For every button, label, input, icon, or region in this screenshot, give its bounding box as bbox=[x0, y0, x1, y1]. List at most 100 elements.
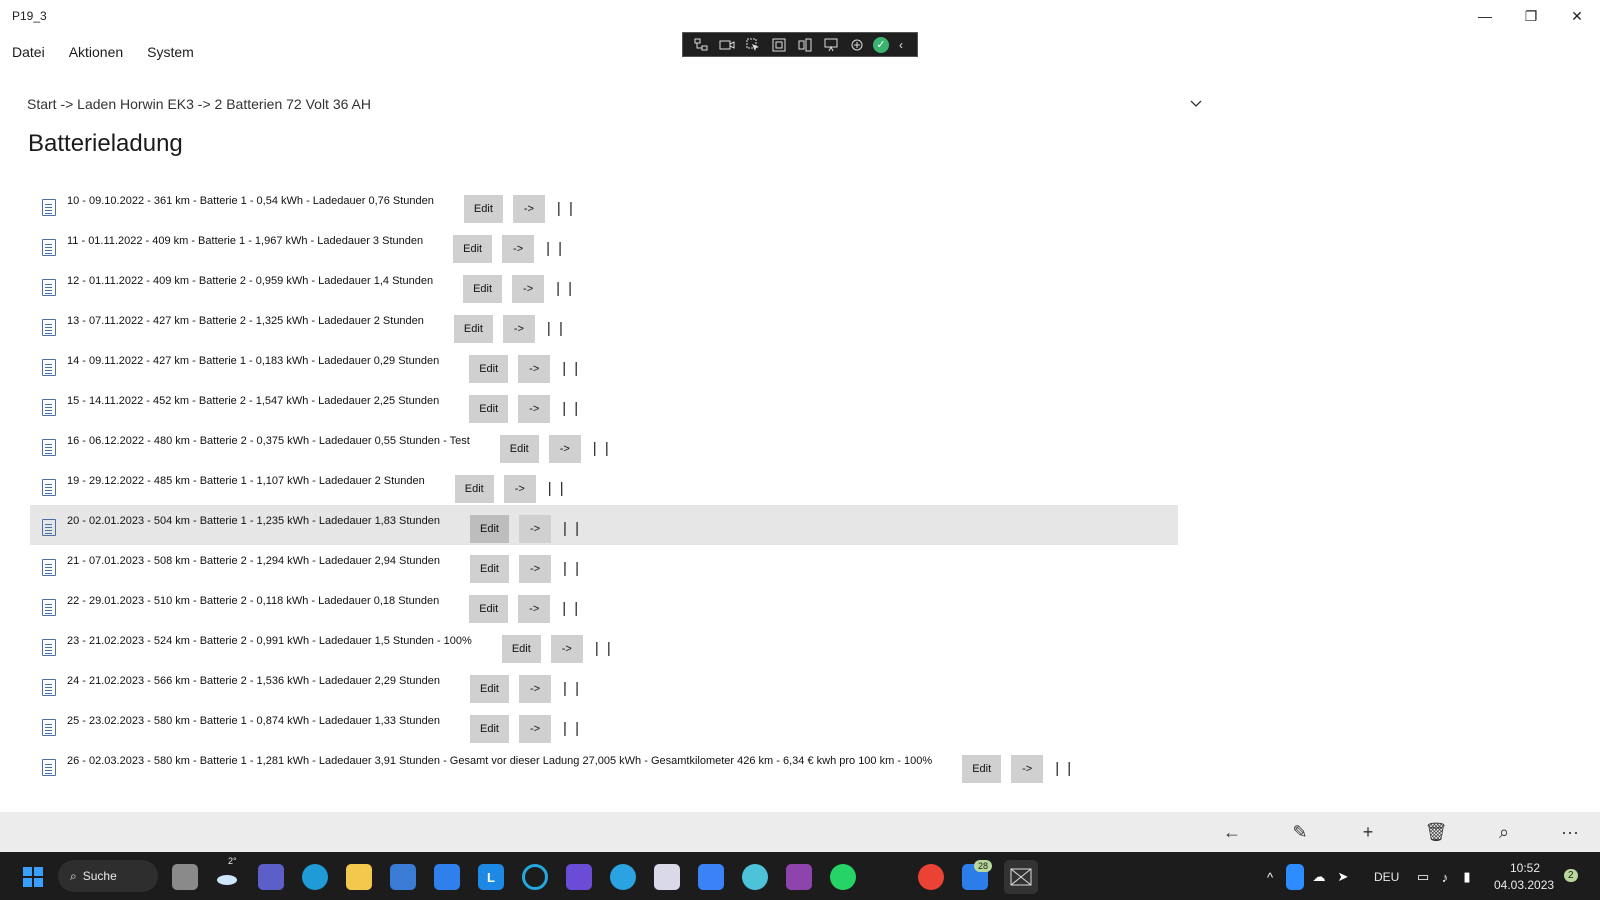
visual-studio-icon[interactable] bbox=[786, 864, 812, 890]
maps-globe-icon[interactable] bbox=[742, 864, 768, 890]
hot-reload-icon[interactable] bbox=[847, 36, 867, 54]
edit-button[interactable]: Edit bbox=[470, 715, 510, 743]
list-item[interactable]: 13 - 07.11.2022 - 427 km - Batterie 2 - … bbox=[30, 305, 1178, 345]
list-item[interactable]: 16 - 06.12.2022 - 480 km - Batterie 2 - … bbox=[30, 425, 1178, 465]
collapse-toolbar-icon[interactable]: ‹ bbox=[895, 36, 907, 54]
edit-button[interactable]: Edit bbox=[470, 675, 510, 703]
search-magnifier-icon[interactable]: ⌕ bbox=[1492, 820, 1516, 844]
list-item[interactable]: 25 - 23.02.2023 - 580 km - Batterie 1 - … bbox=[30, 705, 1178, 745]
edit-button[interactable]: Edit bbox=[469, 395, 509, 423]
notification-badge[interactable]: 2 bbox=[1564, 869, 1578, 882]
more-options-icon[interactable]: ··· bbox=[1558, 820, 1582, 844]
edit-button[interactable]: Edit bbox=[469, 355, 509, 383]
chrome-icon[interactable] bbox=[918, 864, 944, 890]
edit-button[interactable]: Edit bbox=[453, 315, 493, 343]
list-item[interactable]: 21 - 07.01.2023 - 508 km - Batterie 2 - … bbox=[30, 545, 1178, 585]
edit-button[interactable]: Edit bbox=[453, 235, 493, 263]
active-app-icon[interactable] bbox=[1004, 860, 1038, 894]
list-item[interactable]: 12 - 01.11.2022 - 409 km - Batterie 2 - … bbox=[30, 265, 1178, 305]
start-windows-icon[interactable] bbox=[20, 864, 46, 890]
edit-button[interactable]: Edit bbox=[470, 555, 510, 583]
teams-icon[interactable] bbox=[258, 864, 284, 890]
edit-button[interactable]: Edit bbox=[962, 755, 1002, 783]
add-plus-icon[interactable]: + bbox=[1356, 820, 1380, 844]
list-item[interactable]: 22 - 29.01.2023 - 510 km - Batterie 2 - … bbox=[30, 585, 1178, 625]
battery-icon[interactable]: ▮ bbox=[1458, 864, 1476, 890]
edit-pencil-icon[interactable]: ✎ bbox=[1288, 820, 1312, 844]
open-button[interactable]: -> bbox=[1011, 755, 1044, 783]
live-tree-icon[interactable] bbox=[691, 36, 711, 54]
open-button[interactable]: -> bbox=[512, 195, 545, 223]
paint-icon[interactable] bbox=[654, 864, 680, 890]
open-button[interactable]: -> bbox=[502, 235, 535, 263]
edge-browser-icon[interactable] bbox=[302, 864, 328, 890]
open-button[interactable]: -> bbox=[512, 275, 545, 303]
edit-button[interactable]: Edit bbox=[470, 515, 510, 543]
track-focus-icon[interactable] bbox=[795, 36, 815, 54]
edit-button[interactable]: Edit bbox=[501, 635, 541, 663]
open-button[interactable]: -> bbox=[518, 395, 551, 423]
media-player-icon[interactable] bbox=[566, 864, 592, 890]
open-button[interactable]: -> bbox=[548, 435, 581, 463]
delete-trash-icon[interactable]: 🗑 bbox=[1424, 820, 1448, 844]
edit-button[interactable]: Edit bbox=[469, 595, 509, 623]
language-indicator[interactable]: DEU bbox=[1374, 870, 1399, 884]
edit-button[interactable]: Edit bbox=[499, 435, 539, 463]
open-button[interactable]: -> bbox=[519, 555, 552, 583]
open-button[interactable]: -> bbox=[518, 355, 551, 383]
edit-button[interactable]: Edit bbox=[463, 195, 503, 223]
list-item[interactable]: 23 - 21.02.2023 - 524 km - Batterie 2 - … bbox=[30, 625, 1178, 665]
clock-date[interactable]: 04.03.2023 bbox=[1494, 878, 1554, 892]
open-button[interactable]: -> bbox=[518, 595, 551, 623]
chevron-down-icon[interactable] bbox=[1190, 95, 1202, 111]
open-button[interactable]: -> bbox=[503, 475, 536, 503]
restore-button[interactable]: ❐ bbox=[1508, 0, 1554, 32]
menu-datei[interactable]: Datei bbox=[0, 40, 57, 66]
open-button[interactable]: -> bbox=[519, 715, 552, 743]
separator-bars: | | bbox=[563, 679, 581, 697]
list-item[interactable]: 10 - 09.10.2022 - 361 km - Batterie 1 - … bbox=[30, 185, 1178, 225]
l-app-icon[interactable]: L bbox=[478, 864, 504, 890]
notepad-icon[interactable] bbox=[698, 864, 724, 890]
edit-button[interactable]: Edit bbox=[454, 475, 494, 503]
list-item[interactable]: 14 - 09.11.2022 - 427 km - Batterie 1 - … bbox=[30, 345, 1178, 385]
document-icon bbox=[42, 238, 56, 256]
weather-icon[interactable] bbox=[214, 864, 240, 890]
network-icon[interactable]: ▭ bbox=[1414, 864, 1432, 890]
close-button[interactable]: ✕ bbox=[1554, 0, 1600, 32]
list-item[interactable]: 19 - 29.12.2022 - 485 km - Batterie 1 - … bbox=[30, 465, 1178, 505]
edit-button[interactable]: Edit bbox=[463, 275, 503, 303]
list-item[interactable]: 15 - 14.11.2022 - 452 km - Batterie 2 - … bbox=[30, 385, 1178, 425]
whatsapp-icon[interactable] bbox=[830, 864, 856, 890]
select-element-icon[interactable] bbox=[743, 36, 763, 54]
open-button[interactable]: -> bbox=[519, 515, 552, 543]
mail-icon[interactable] bbox=[434, 864, 460, 890]
list-item[interactable]: 26 - 02.03.2023 - 580 km - Batterie 1 - … bbox=[30, 745, 1178, 785]
back-arrow-icon[interactable]: ← bbox=[1220, 820, 1244, 844]
open-button[interactable]: -> bbox=[550, 635, 583, 663]
list-item[interactable]: 24 - 21.02.2023 - 566 km - Batterie 2 - … bbox=[30, 665, 1178, 705]
location-icon[interactable]: ➤ bbox=[1334, 864, 1352, 890]
taskbar-search[interactable]: ⌕ Suche bbox=[58, 860, 158, 892]
open-button[interactable]: -> bbox=[502, 315, 535, 343]
alexa-icon[interactable] bbox=[522, 864, 548, 890]
list-item[interactable]: 20 - 02.01.2023 - 504 km - Batterie 1 - … bbox=[30, 505, 1178, 545]
clock-time[interactable]: 10:52 bbox=[1510, 861, 1540, 875]
display-adorners-icon[interactable] bbox=[769, 36, 789, 54]
telegram-icon[interactable] bbox=[610, 864, 636, 890]
open-button[interactable]: -> bbox=[519, 675, 552, 703]
minimize-button[interactable]: — bbox=[1462, 0, 1508, 32]
task-view-icon[interactable] bbox=[172, 864, 198, 890]
defender-icon[interactable] bbox=[1286, 864, 1304, 890]
camera-icon[interactable] bbox=[717, 36, 737, 54]
tray-expand-icon[interactable]: ^ bbox=[1262, 864, 1278, 890]
binding-failures-icon[interactable] bbox=[821, 36, 841, 54]
file-explorer-icon[interactable] bbox=[346, 864, 372, 890]
onedrive-cloud-icon[interactable]: ☁ bbox=[1310, 864, 1328, 890]
breadcrumb[interactable]: Start -> Laden Horwin EK3 -> 2 Batterien… bbox=[27, 96, 371, 112]
menu-aktionen[interactable]: Aktionen bbox=[57, 40, 135, 66]
volume-icon[interactable]: ♪ bbox=[1436, 864, 1454, 890]
menu-system[interactable]: System bbox=[135, 40, 206, 66]
list-item[interactable]: 11 - 01.11.2022 - 409 km - Batterie 1 - … bbox=[30, 225, 1178, 265]
store-icon[interactable] bbox=[390, 864, 416, 890]
